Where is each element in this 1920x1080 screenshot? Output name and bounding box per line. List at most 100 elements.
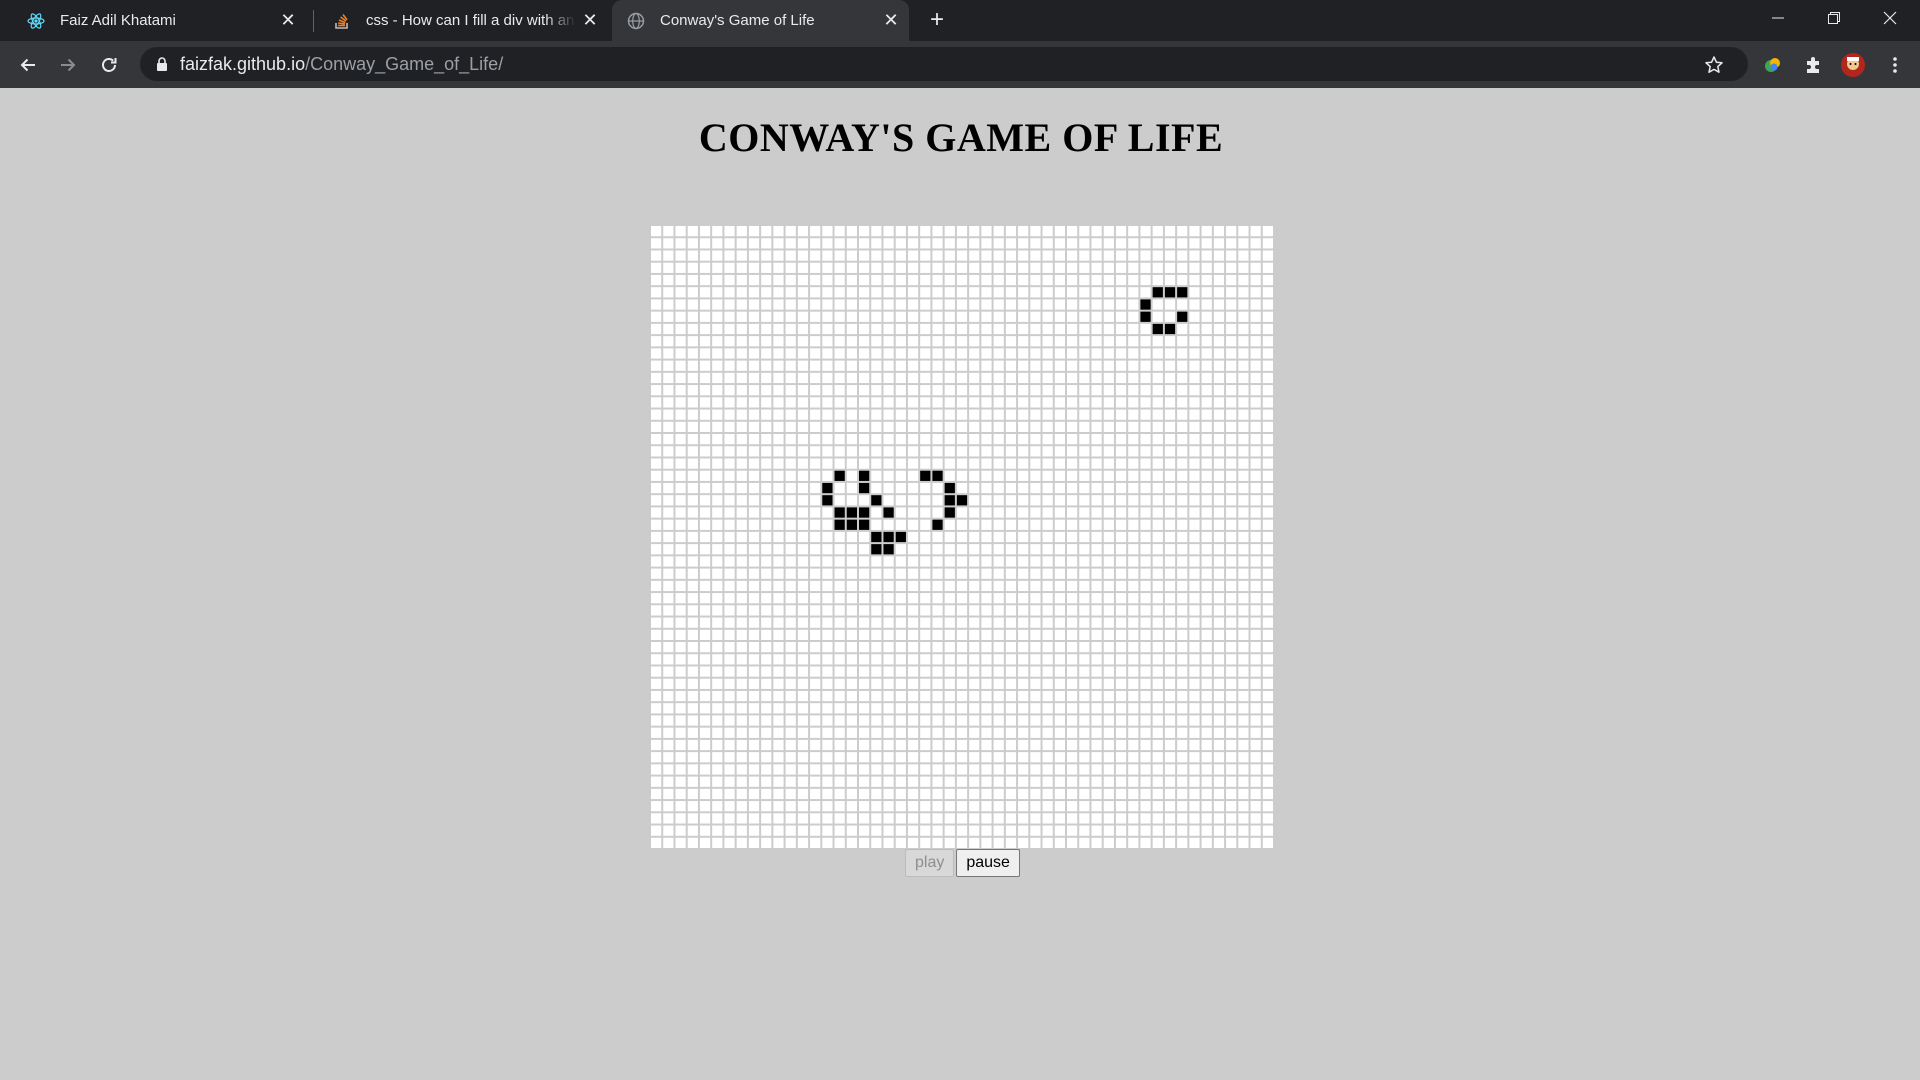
dead-cell[interactable] — [1079, 421, 1090, 432]
dead-cell[interactable] — [1213, 544, 1225, 555]
dead-cell[interactable] — [895, 642, 906, 653]
dead-cell[interactable] — [920, 556, 931, 567]
dead-cell[interactable] — [699, 446, 711, 457]
dead-cell[interactable] — [1005, 323, 1017, 335]
dead-cell[interactable] — [761, 593, 772, 604]
dead-cell[interactable] — [761, 690, 772, 702]
dead-cell[interactable] — [1140, 397, 1151, 408]
dead-cell[interactable] — [1213, 238, 1225, 249]
dead-cell[interactable] — [846, 825, 857, 836]
dead-cell[interactable] — [699, 360, 711, 371]
dead-cell[interactable] — [871, 556, 882, 567]
dead-cell[interactable] — [1177, 262, 1188, 273]
dead-cell[interactable] — [932, 568, 943, 579]
dead-cell[interactable] — [1201, 274, 1212, 286]
dead-cell[interactable] — [944, 617, 955, 628]
dead-cell[interactable] — [883, 446, 894, 457]
dead-cell[interactable] — [993, 617, 1004, 628]
dead-cell[interactable] — [1262, 776, 1273, 787]
dead-cell[interactable] — [1042, 801, 1053, 812]
dead-cell[interactable] — [846, 409, 857, 420]
dead-cell[interactable] — [1054, 727, 1065, 738]
dead-cell[interactable] — [761, 556, 772, 567]
dead-cell[interactable] — [993, 434, 1004, 445]
dead-cell[interactable] — [883, 813, 894, 824]
dead-cell[interactable] — [907, 531, 919, 543]
dead-cell[interactable] — [1262, 262, 1273, 273]
dead-cell[interactable] — [810, 788, 821, 800]
dead-cell[interactable] — [1042, 556, 1053, 567]
dead-cell[interactable] — [969, 274, 980, 286]
dead-cell[interactable] — [1103, 470, 1114, 481]
dead-cell[interactable] — [1030, 360, 1041, 371]
dead-cell[interactable] — [687, 250, 698, 261]
dead-cell[interactable] — [859, 813, 870, 824]
dead-cell[interactable] — [956, 776, 968, 787]
dead-cell[interactable] — [907, 666, 919, 677]
dead-cell[interactable] — [1238, 458, 1249, 469]
dead-cell[interactable] — [895, 580, 906, 592]
dead-cell[interactable] — [1128, 837, 1139, 848]
dead-cell[interactable] — [1054, 837, 1065, 848]
dead-cell[interactable] — [871, 519, 882, 530]
dead-cell[interactable] — [932, 348, 943, 359]
dead-cell[interactable] — [822, 825, 833, 836]
dead-cell[interactable] — [981, 617, 992, 628]
dead-cell[interactable] — [687, 495, 698, 506]
dead-cell[interactable] — [736, 311, 747, 322]
dead-cell[interactable] — [859, 727, 870, 738]
dead-cell[interactable] — [1018, 813, 1029, 824]
dead-cell[interactable] — [748, 434, 760, 445]
dead-cell[interactable] — [1164, 434, 1176, 445]
dead-cell[interactable] — [1079, 409, 1090, 420]
dead-cell[interactable] — [859, 287, 870, 298]
dead-cell[interactable] — [712, 482, 723, 494]
dead-cell[interactable] — [1030, 703, 1041, 714]
dead-cell[interactable] — [895, 764, 906, 775]
alive-cell[interactable] — [895, 531, 906, 543]
dead-cell[interactable] — [883, 348, 894, 359]
dead-cell[interactable] — [834, 458, 845, 469]
dead-cell[interactable] — [1005, 226, 1017, 237]
dead-cell[interactable] — [1226, 837, 1237, 848]
dead-cell[interactable] — [1189, 837, 1200, 848]
dead-cell[interactable] — [1140, 727, 1151, 738]
dead-cell[interactable] — [1115, 458, 1127, 469]
dead-cell[interactable] — [981, 752, 992, 763]
dead-cell[interactable] — [1164, 629, 1176, 640]
dead-cell[interactable] — [1177, 544, 1188, 555]
dead-cell[interactable] — [773, 458, 784, 469]
dead-cell[interactable] — [1018, 482, 1029, 494]
dead-cell[interactable] — [1213, 678, 1225, 689]
dead-cell[interactable] — [981, 372, 992, 384]
dead-cell[interactable] — [969, 287, 980, 298]
dead-cell[interactable] — [761, 764, 772, 775]
dead-cell[interactable] — [834, 629, 845, 640]
dead-cell[interactable] — [1018, 323, 1029, 335]
dead-cell[interactable] — [1042, 372, 1053, 384]
dead-cell[interactable] — [1177, 519, 1188, 530]
dead-cell[interactable] — [1030, 348, 1041, 359]
dead-cell[interactable] — [1152, 801, 1163, 812]
dead-cell[interactable] — [1164, 593, 1176, 604]
dead-cell[interactable] — [920, 446, 931, 457]
dead-cell[interactable] — [1213, 825, 1225, 836]
dead-cell[interactable] — [1213, 776, 1225, 787]
dead-cell[interactable] — [834, 323, 845, 335]
dead-cell[interactable] — [699, 837, 711, 848]
dead-cell[interactable] — [859, 629, 870, 640]
dead-cell[interactable] — [932, 764, 943, 775]
dead-cell[interactable] — [834, 385, 845, 396]
dead-cell[interactable] — [1238, 654, 1249, 665]
dead-cell[interactable] — [1103, 372, 1114, 384]
dead-cell[interactable] — [773, 323, 784, 335]
dead-cell[interactable] — [1262, 287, 1273, 298]
dead-cell[interactable] — [1177, 556, 1188, 567]
dead-cell[interactable] — [944, 813, 955, 824]
dead-cell[interactable] — [1164, 813, 1176, 824]
dead-cell[interactable] — [1079, 446, 1090, 457]
dead-cell[interactable] — [1030, 593, 1041, 604]
dead-cell[interactable] — [932, 385, 943, 396]
dead-cell[interactable] — [1262, 629, 1273, 640]
dead-cell[interactable] — [1030, 287, 1041, 298]
